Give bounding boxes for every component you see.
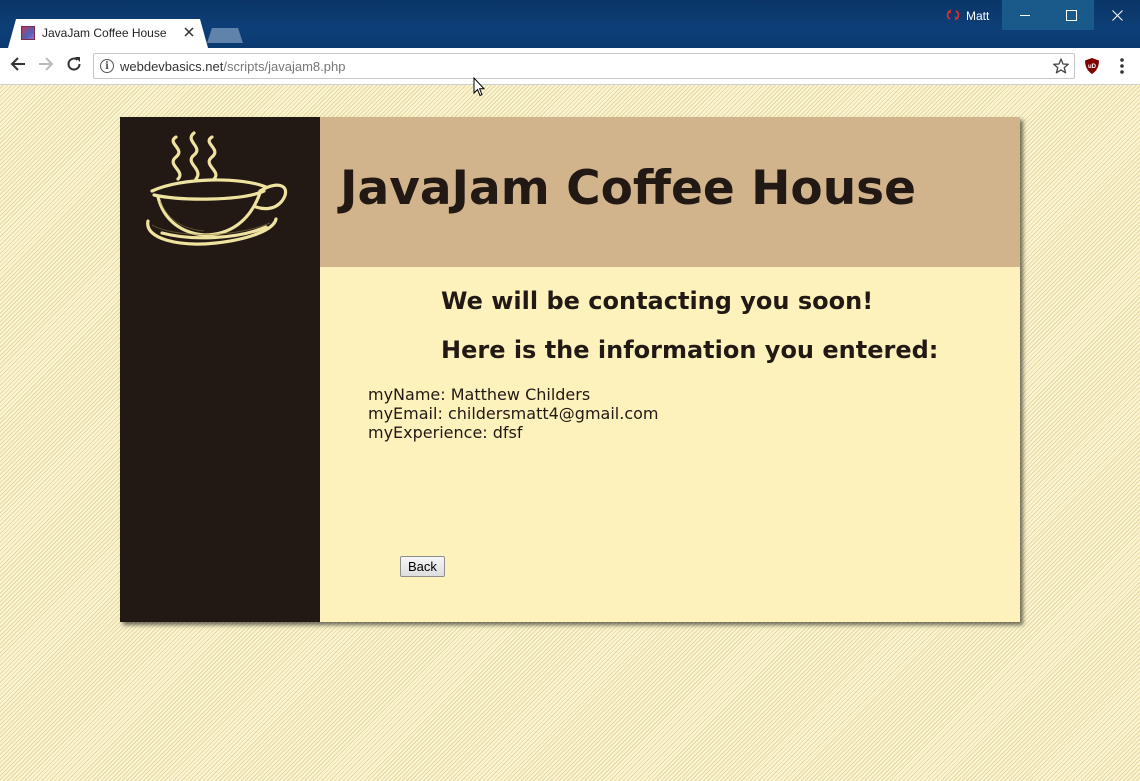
info-label: myExperience: (368, 423, 488, 442)
left-column (120, 117, 320, 622)
info-value: Matthew Childers (450, 385, 591, 404)
info-label: myEmail: (368, 404, 443, 423)
site-title: JavaJam Coffee House (340, 161, 917, 216)
close-icon[interactable] (181, 24, 197, 40)
info-icon[interactable]: i (100, 59, 114, 73)
svg-text:uD: uD (1088, 64, 1097, 70)
reload-button[interactable] (64, 56, 84, 76)
forward-button[interactable] (36, 56, 56, 76)
menu-dots-icon[interactable] (1114, 56, 1130, 76)
ublock-icon[interactable]: uD (1083, 57, 1101, 75)
minimize-button[interactable] (1002, 0, 1048, 30)
profile-sync-icon (946, 8, 960, 24)
main-content: We will be contacting you soon! Here is … (320, 267, 1020, 622)
back-form-button[interactable]: Back (400, 556, 445, 577)
browser-toolbar: i webdevbasics.net/scripts/javajam8.php … (0, 48, 1140, 85)
info-heading: Here is the information you entered: (441, 336, 939, 364)
new-tab-button[interactable] (207, 28, 243, 43)
info-value: dfsf (492, 423, 523, 442)
address-bar[interactable]: i webdevbasics.net/scripts/javajam8.php (93, 53, 1075, 79)
forward-arrow-icon (38, 56, 54, 76)
window-close-button[interactable] (1094, 0, 1140, 30)
profile-name: Matt (966, 9, 990, 23)
tab-title: JavaJam Coffee House (42, 26, 167, 40)
info-value: childersmatt4@gmail.com (447, 404, 659, 423)
minimize-icon (1019, 6, 1031, 25)
info-row-experience: myExperience: dfsf (368, 423, 659, 442)
info-list: myName: Matthew Childers myEmail: childe… (368, 385, 659, 442)
maximize-icon (1065, 6, 1077, 25)
favicon-icon (21, 26, 35, 40)
browser-titlebar: JavaJam Coffee House Matt (0, 0, 1140, 48)
site-wrapper: JavaJam Coffee House We will be contacti… (120, 117, 1020, 622)
reload-icon (66, 56, 82, 76)
url-domain: webdevbasics.net (120, 59, 224, 74)
contact-heading: We will be contacting you soon! (441, 287, 874, 315)
mouse-cursor-icon (473, 76, 486, 97)
back-arrow-icon (10, 56, 26, 76)
info-row-name: myName: Matthew Childers (368, 385, 659, 404)
maximize-button[interactable] (1048, 0, 1094, 30)
back-button[interactable] (8, 56, 28, 76)
profile-button[interactable]: Matt (946, 6, 989, 26)
info-label: myName: (368, 385, 446, 404)
bookmark-star-icon[interactable] (1052, 57, 1070, 75)
url-text[interactable]: webdevbasics.net/scripts/javajam8.php (120, 59, 345, 74)
page-body: JavaJam Coffee House We will be contacti… (0, 85, 1140, 781)
window-close-icon (1111, 6, 1123, 25)
coffee-cup-logo (142, 129, 292, 251)
url-path: /scripts/javajam8.php (223, 59, 346, 74)
site-header: JavaJam Coffee House (320, 117, 1020, 267)
info-row-email: myEmail: childersmatt4@gmail.com (368, 404, 659, 423)
